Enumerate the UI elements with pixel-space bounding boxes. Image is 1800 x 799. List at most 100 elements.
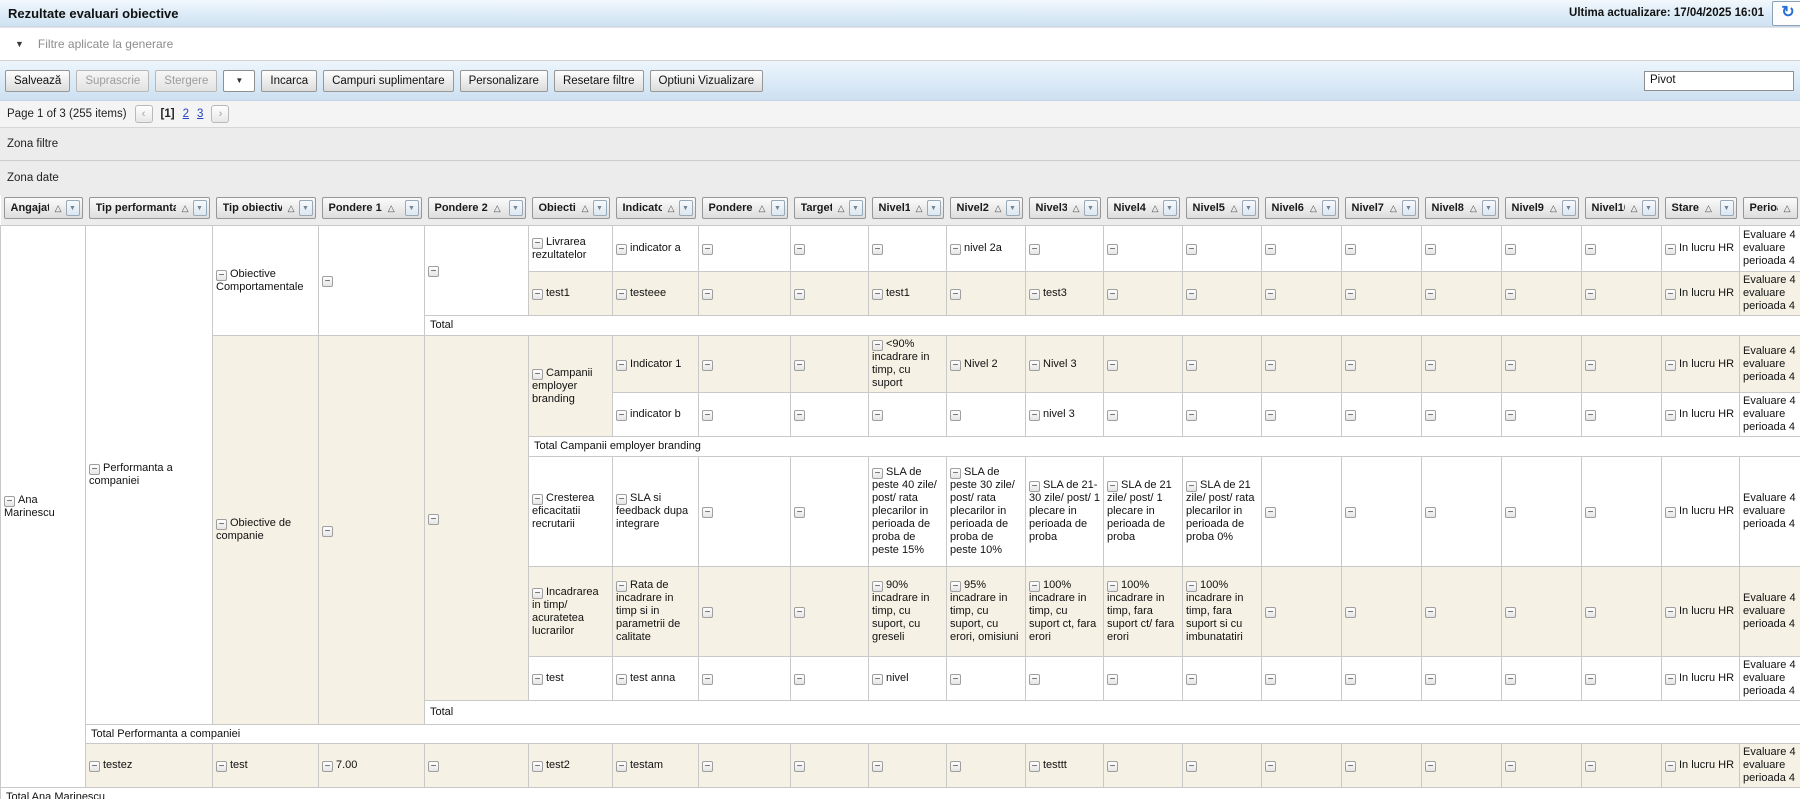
collapse-icon[interactable]: − <box>872 244 883 255</box>
collapse-icon[interactable]: − <box>1665 674 1676 685</box>
collapse-icon[interactable]: − <box>1585 360 1596 371</box>
indicator-cell[interactable]: −indicator a <box>613 226 699 272</box>
indicator-cell[interactable]: −SLA si feedback dupa integrare <box>613 457 699 567</box>
collapse-icon[interactable]: − <box>1265 360 1276 371</box>
collapse-cell[interactable]: − <box>1183 336 1262 393</box>
collapse-cell[interactable]: − <box>1582 393 1662 437</box>
collapse-cell[interactable]: − <box>791 744 869 788</box>
filter-dropdown-icon[interactable]: ▼ <box>679 200 693 216</box>
collapse-cell[interactable]: − <box>1262 226 1342 272</box>
obiectiv-cell[interactable]: −test2 <box>529 744 613 788</box>
view-selector-input[interactable]: Pivot <box>1644 71 1794 91</box>
collapse-icon[interactable]: − <box>1425 674 1436 685</box>
indicator-cell[interactable]: −test anna <box>613 657 699 701</box>
collapse-cell[interactable]: − <box>699 272 791 316</box>
collapse-cell[interactable]: − <box>1342 226 1422 272</box>
obiectiv-cell[interactable]: −test <box>529 657 613 701</box>
filter-dropdown-icon[interactable]: ▼ <box>849 200 863 216</box>
collapse-cell[interactable]: − <box>947 657 1026 701</box>
collapse-icon[interactable]: − <box>428 761 439 772</box>
collapse-cell[interactable]: − <box>1582 457 1662 567</box>
collapse-cell[interactable]: − <box>425 744 529 788</box>
collapse-cell[interactable]: − <box>1342 272 1422 316</box>
collapse-cell[interactable]: − <box>1104 744 1183 788</box>
collapse-cell[interactable]: − <box>1422 272 1502 316</box>
collapse-icon[interactable]: − <box>794 607 805 618</box>
filter-dropdown-icon[interactable]: ▼ <box>405 200 419 216</box>
collapse-icon[interactable]: − <box>1186 761 1197 772</box>
collapse-cell[interactable]: − <box>1342 393 1422 437</box>
collapse-icon[interactable]: − <box>1345 761 1356 772</box>
collapse-icon[interactable]: − <box>1505 607 1516 618</box>
filters-band[interactable]: ▼ Filtre aplicate la generare <box>0 27 1800 61</box>
collapse-cell[interactable]: − <box>791 272 869 316</box>
collapse-icon[interactable]: − <box>1107 674 1118 685</box>
collapse-cell[interactable]: − <box>699 226 791 272</box>
collapse-icon[interactable]: − <box>1345 360 1356 371</box>
collapse-icon[interactable]: − <box>616 494 627 505</box>
column-header-obiectiv[interactable]: Obiectiv△▼ <box>532 197 610 219</box>
collapse-icon[interactable]: − <box>1265 289 1276 300</box>
nivel-cell[interactable]: −SLA de peste 30 zile/ post/ rata plecar… <box>947 457 1026 567</box>
tip-performanta-cell[interactable]: −testez <box>86 744 213 788</box>
collapse-icon[interactable]: − <box>89 761 100 772</box>
column-header-nivel3[interactable]: Nivel3△▼ <box>1029 197 1101 219</box>
collapse-icon[interactable]: − <box>1107 410 1118 421</box>
collapse-cell[interactable]: − <box>1342 336 1422 393</box>
obiectiv-cell[interactable]: −Campanii employer branding <box>529 336 613 437</box>
collapse-cell[interactable]: − <box>1262 744 1342 788</box>
collapse-cell[interactable]: − <box>1026 226 1104 272</box>
collapse-icon[interactable]: − <box>702 410 713 421</box>
collapse-cell[interactable]: − <box>699 457 791 567</box>
collapse-cell[interactable]: − <box>699 567 791 657</box>
collapse-icon[interactable]: − <box>872 581 883 592</box>
collapse-icon[interactable]: − <box>1585 674 1596 685</box>
collapse-icon[interactable]: − <box>1186 410 1197 421</box>
collapse-icon[interactable]: − <box>1665 244 1676 255</box>
collapse-icon[interactable]: − <box>794 674 805 685</box>
collapse-icon[interactable]: − <box>794 410 805 421</box>
collapse-icon[interactable]: − <box>1665 360 1676 371</box>
collapse-icon[interactable]: − <box>1505 761 1516 772</box>
collapse-cell[interactable]: − <box>1582 567 1662 657</box>
column-header-nivel1[interactable]: Nivel1△▼ <box>872 197 944 219</box>
collapse-icon[interactable]: − <box>1186 581 1197 592</box>
collapse-cell[interactable]: − <box>425 226 529 316</box>
collapse-cell[interactable]: − <box>947 744 1026 788</box>
indicator-cell[interactable]: −indicator b <box>613 393 699 437</box>
collapse-icon[interactable]: − <box>950 761 961 772</box>
collapse-icon[interactable]: − <box>1107 581 1118 592</box>
collapse-icon[interactable]: − <box>794 289 805 300</box>
nivel-cell[interactable]: −test1 <box>869 272 947 316</box>
collapse-cell[interactable]: − <box>1422 336 1502 393</box>
column-header-nivel10[interactable]: Nivel10△▼ <box>1585 197 1659 219</box>
collapse-icon[interactable]: − <box>1107 244 1118 255</box>
collapse-icon[interactable]: − <box>532 369 543 380</box>
collapse-cell[interactable]: − <box>947 272 1026 316</box>
obiectiv-cell[interactable]: −Livrarea rezultatelor <box>529 226 613 272</box>
collapse-icon[interactable]: − <box>1186 244 1197 255</box>
nivel-cell[interactable]: −testtt <box>1026 744 1104 788</box>
filter-dropdown-icon[interactable]: ▼ <box>1720 200 1734 216</box>
collapse-icon[interactable]: − <box>1505 360 1516 371</box>
stare-cell[interactable]: −In lucru HR <box>1662 226 1740 272</box>
collapse-icon[interactable]: − <box>702 244 713 255</box>
filter-dropdown-icon[interactable]: ▼ <box>593 200 607 216</box>
collapse-icon[interactable]: − <box>1107 481 1118 492</box>
collapse-icon[interactable]: − <box>1585 607 1596 618</box>
collapse-icon[interactable]: − <box>1186 674 1197 685</box>
column-header-nivel7[interactable]: Nivel7△▼ <box>1345 197 1419 219</box>
page-link-3[interactable]: 3 <box>197 108 203 120</box>
nivel-cell[interactable]: −SLA de 21-30 zile/ post/ 1 plecare in p… <box>1026 457 1104 567</box>
collapse-icon[interactable]: − <box>532 761 543 772</box>
nivel-cell[interactable]: −Nivel 2 <box>947 336 1026 393</box>
collapse-icon[interactable]: − <box>1265 761 1276 772</box>
filter-dropdown-icon[interactable]: ▼ <box>1482 200 1496 216</box>
filter-dropdown-icon[interactable]: ▼ <box>927 200 941 216</box>
collapse-icon[interactable]: − <box>322 761 333 772</box>
collapse-cell[interactable]: − <box>1183 744 1262 788</box>
collapse-cell[interactable]: − <box>1582 272 1662 316</box>
collapse-icon[interactable]: − <box>1107 761 1118 772</box>
collapse-icon[interactable]: − <box>1029 289 1040 300</box>
collapse-icon[interactable]: − <box>1265 410 1276 421</box>
